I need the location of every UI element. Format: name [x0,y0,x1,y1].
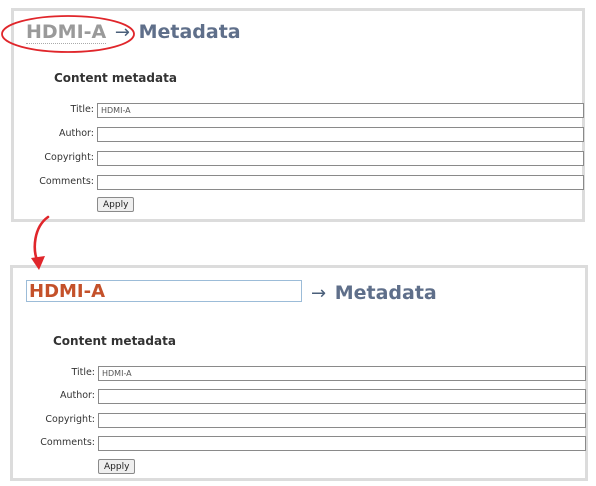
comments-row: Comments: [13,436,95,452]
channel-name-link[interactable]: HDMI-A [26,21,107,44]
title-label: Title: [70,104,94,115]
breadcrumb-arrow: → [311,283,327,304]
page-title: Metadata [334,282,437,304]
title-label: Title: [71,367,95,378]
copyright-input[interactable] [97,151,584,166]
metadata-panel-before: HDMI-A → Metadata Content metadata Title… [11,8,585,222]
page-heading: HDMI-A → Metadata [26,21,241,44]
content-metadata-title: Content metadata [54,71,177,85]
title-row: Title: [13,366,95,382]
title-input[interactable] [98,366,586,381]
comments-label: Comments: [39,176,94,187]
title-input[interactable] [97,103,584,118]
author-label: Author: [58,128,94,139]
copyright-input[interactable] [98,413,586,428]
copyright-label: Copyright: [45,414,95,425]
breadcrumb-arrow: → [114,22,130,43]
author-input[interactable] [97,127,584,142]
comments-row: Comments: [14,175,94,191]
copyright-row: Copyright: [13,413,95,429]
content-metadata-title: Content metadata [53,334,176,348]
copyright-label: Copyright: [44,152,94,163]
author-input[interactable] [98,389,586,404]
copyright-row: Copyright: [14,151,94,167]
comments-input[interactable] [98,436,586,451]
apply-button[interactable]: Apply [98,459,136,474]
metadata-panel-after: → Metadata Content metadata Title: Autho… [10,265,588,481]
title-row: Title: [14,103,94,119]
channel-name-input[interactable] [26,280,302,302]
page-heading: → Metadata [309,282,437,304]
comments-label: Comments: [40,437,95,448]
author-label: Author: [59,390,95,401]
apply-button[interactable]: Apply [97,197,135,212]
page-title: Metadata [138,21,241,43]
comments-input[interactable] [97,175,584,190]
author-row: Author: [13,389,95,405]
author-row: Author: [14,127,94,143]
